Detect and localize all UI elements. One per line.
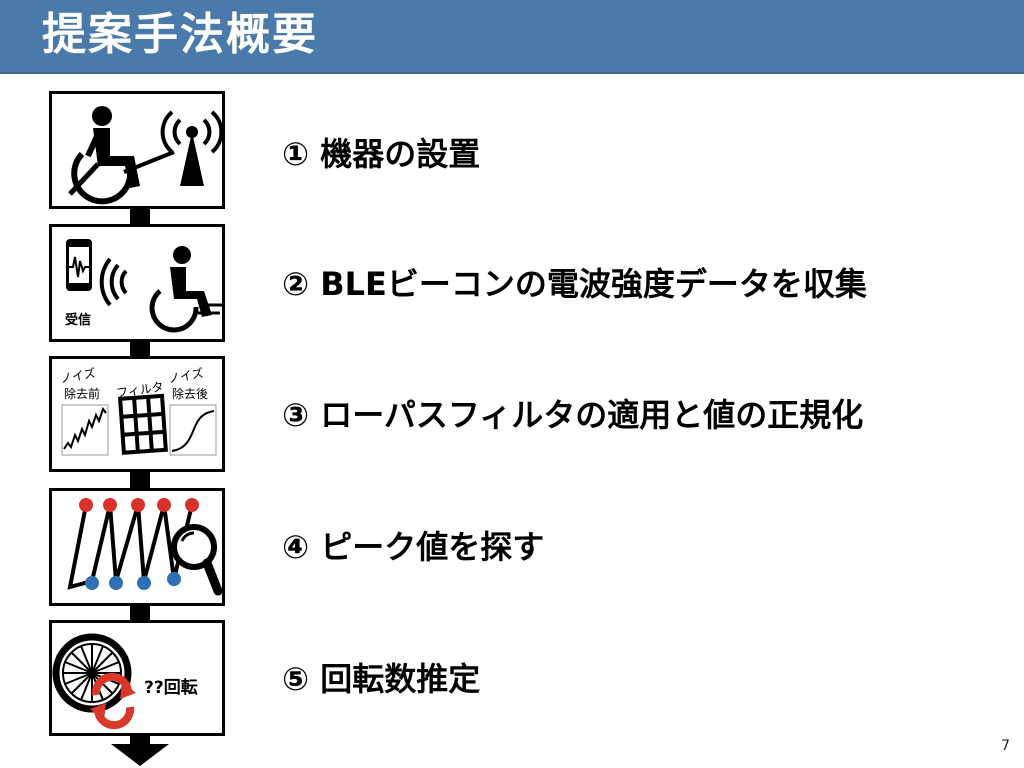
page-number: 7 <box>1001 738 1010 754</box>
step-3-label: ③ ローパスフィルタの適用と値の正規化 <box>282 396 864 434</box>
flow-diagram: 受信 ノイズ 除去前 フィルタ ノイズ 除去後 ??回転 <box>0 0 260 768</box>
step-1-label: ① 機器の設置 <box>282 135 481 173</box>
peak-search-icon <box>67 498 222 596</box>
step-5-label: ⑤ 回転数推定 <box>282 660 481 698</box>
connector <box>130 470 150 490</box>
step-1-icon-box <box>49 91 225 209</box>
noise-after-label-2: 除去後 <box>172 387 209 401</box>
step-4-icon-box <box>49 488 225 606</box>
receive-label: 受信 <box>65 313 92 328</box>
rotations-label: ??回転 <box>144 678 198 698</box>
connector <box>130 206 150 226</box>
down-arrow-icon <box>111 744 169 766</box>
step-2-label: ② BLEビーコンの電波強度データを収集 <box>282 265 867 303</box>
step-2-icon-box: 受信 <box>49 224 225 342</box>
step-5-icon-box: ??回転 <box>49 620 225 736</box>
step-4-label: ④ ピーク値を探す <box>282 528 545 566</box>
wheelchair-antenna-icon <box>68 106 222 205</box>
noise-before-label-2: 除去前 <box>64 387 101 401</box>
step-3-icon-box: ノイズ 除去前 フィルタ ノイズ 除去後 <box>49 356 225 472</box>
